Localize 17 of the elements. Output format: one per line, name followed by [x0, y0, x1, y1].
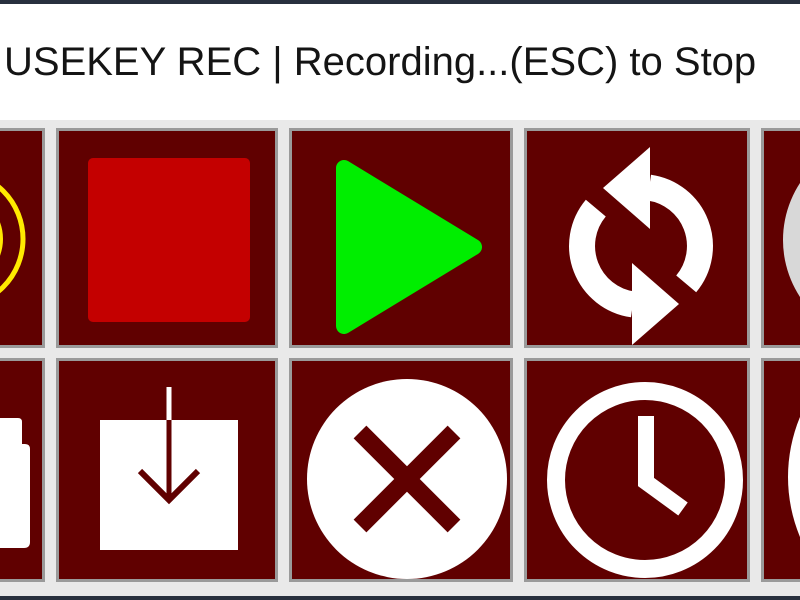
clock-button[interactable] — [524, 358, 750, 582]
repeat-button[interactable] — [524, 128, 750, 348]
toolbar-button[interactable] — [761, 358, 800, 582]
stop-icon — [88, 158, 250, 322]
play-icon — [336, 160, 482, 334]
download-icon — [100, 387, 238, 550]
stop-button[interactable] — [56, 128, 278, 348]
toolbar-button[interactable] — [761, 128, 800, 348]
folder-icon — [0, 418, 30, 548]
close-button[interactable] — [289, 358, 513, 582]
play-button[interactable] — [289, 128, 513, 348]
close-icon — [307, 379, 507, 579]
window-title: USEKEY REC | Recording...(ESC) to Stop — [4, 40, 756, 84]
clock-icon — [547, 382, 743, 578]
download-button[interactable] — [56, 358, 278, 582]
toolbar-button[interactable] — [0, 128, 45, 348]
toolbar-button[interactable] — [0, 358, 45, 582]
